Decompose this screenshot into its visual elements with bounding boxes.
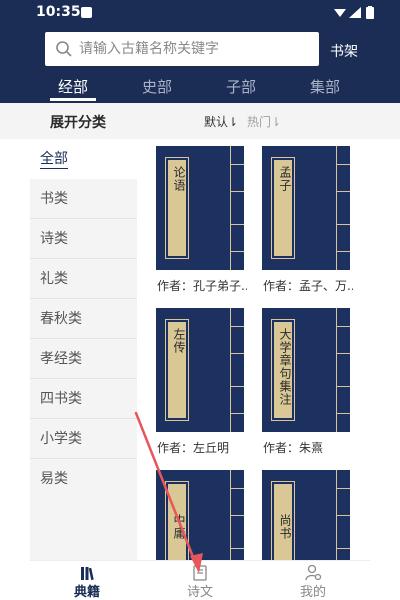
book-title-label: 左传 — [165, 319, 189, 421]
sidebar-item-shi[interactable]: 诗类 — [30, 219, 137, 259]
sort-hot-button[interactable]: 热门⇂ — [247, 113, 281, 130]
tab-jibu[interactable]: 集部 — [310, 76, 340, 97]
book-title: 孟子 — [278, 166, 292, 192]
category-sidebar: 全部 书类 诗类 礼类 春秋类 孝经类 四书类 小学类 易类 — [30, 139, 137, 560]
sidebar-item-label: 春秋类 — [40, 311, 82, 327]
status-bar: 10:35 — [0, 0, 400, 26]
nav-label: 我的 — [299, 585, 326, 600]
book-cover-shangshu[interactable]: 尚书 — [262, 470, 350, 563]
book-title-label: 中庸 — [165, 481, 189, 563]
sidebar-item-label: 礼类 — [40, 271, 68, 287]
sidebar-item-xiaoxue[interactable]: 小学类 — [30, 419, 137, 459]
tab-shibu[interactable]: 史部 — [142, 76, 172, 97]
active-tab-indicator — [50, 98, 96, 101]
expand-categories-button[interactable]: 展开分类 — [50, 112, 106, 132]
book-cover-daxue[interactable]: 大学章句集注 — [262, 308, 350, 432]
book-author: 作者：孔子弟子... — [157, 279, 247, 293]
books-icon — [81, 567, 94, 581]
tab-jingbu[interactable]: 经部 — [58, 76, 88, 97]
sidebar-item-label: 小学类 — [40, 431, 82, 447]
book-cover-zhongyong[interactable]: 中庸 — [156, 470, 244, 563]
book-title: 尚书 — [278, 514, 292, 540]
book-author: 作者：孟子、万... — [263, 279, 353, 293]
sidebar-item-chunqiu[interactable]: 春秋类 — [30, 299, 137, 339]
sidebar-item-shu[interactable]: 书类 — [30, 179, 137, 219]
status-icons — [334, 6, 374, 19]
book-title-label: 大学章句集注 — [271, 319, 295, 421]
book-title-label: 孟子 — [271, 157, 295, 259]
book-cover-zuozhuan[interactable]: 左传 — [156, 308, 244, 432]
document-icon — [193, 565, 207, 581]
nav-profile[interactable]: 我的 — [273, 561, 353, 600]
sidebar-item-all[interactable]: 全部 — [30, 139, 137, 179]
wifi-icon — [334, 9, 346, 17]
book-author: 作者：朱熹 — [263, 441, 324, 455]
sidebar-item-label: 诗类 — [40, 231, 68, 247]
nav-label: 典籍 — [73, 585, 100, 600]
sort-default-label: 默认 — [204, 115, 229, 129]
sort-arrow-icon: ⇂ — [228, 115, 239, 129]
status-time: 10:35 — [36, 4, 81, 20]
sidebar-item-label: 书类 — [40, 191, 68, 207]
book-cover-lunyu[interactable]: 论语 — [156, 146, 244, 270]
bookshelf-button[interactable]: 书架 — [330, 41, 358, 61]
sidebar-item-label: 全部 — [40, 151, 68, 167]
book-title-label: 尚书 — [271, 481, 295, 563]
tab-zibu[interactable]: 子部 — [226, 76, 256, 97]
sidebar-item-yi[interactable]: 易类 — [30, 459, 137, 499]
book-author: 作者：左丘明 — [157, 441, 230, 455]
sidebar-item-label: 易类 — [40, 471, 68, 487]
sort-hot-label: 热门 — [247, 115, 272, 129]
profile-icon — [305, 564, 322, 581]
search-input[interactable] — [79, 32, 315, 66]
notification-icon — [81, 7, 92, 18]
sidebar-item-label: 孝经类 — [40, 351, 82, 367]
book-title: 中庸 — [172, 514, 186, 540]
search-bar[interactable] — [45, 32, 319, 66]
book-title: 论语 — [172, 166, 186, 192]
nav-poetry[interactable]: 诗文 — [160, 561, 240, 600]
book-cover-mengzi[interactable]: 孟子 — [262, 146, 350, 270]
battery-icon — [366, 7, 374, 19]
sidebar-item-xiaojing[interactable]: 孝经类 — [30, 339, 137, 379]
sort-arrow-icon: ⇂ — [271, 115, 282, 129]
book-title: 大学章句集注 — [278, 328, 292, 406]
book-title-label: 论语 — [165, 157, 189, 259]
sidebar-item-label: 四书类 — [40, 391, 82, 407]
nav-classics[interactable]: 典籍 — [47, 561, 127, 600]
sidebar-item-sishu[interactable]: 四书类 — [30, 379, 137, 419]
search-icon — [56, 41, 72, 57]
signal-icon — [349, 7, 361, 18]
sidebar-item-li[interactable]: 礼类 — [30, 259, 137, 299]
sort-default-button[interactable]: 默认⇂ — [204, 113, 238, 130]
nav-label: 诗文 — [186, 585, 213, 600]
bottom-navigation: 典籍 诗文 我的 — [30, 560, 370, 600]
book-title: 左传 — [172, 328, 186, 354]
